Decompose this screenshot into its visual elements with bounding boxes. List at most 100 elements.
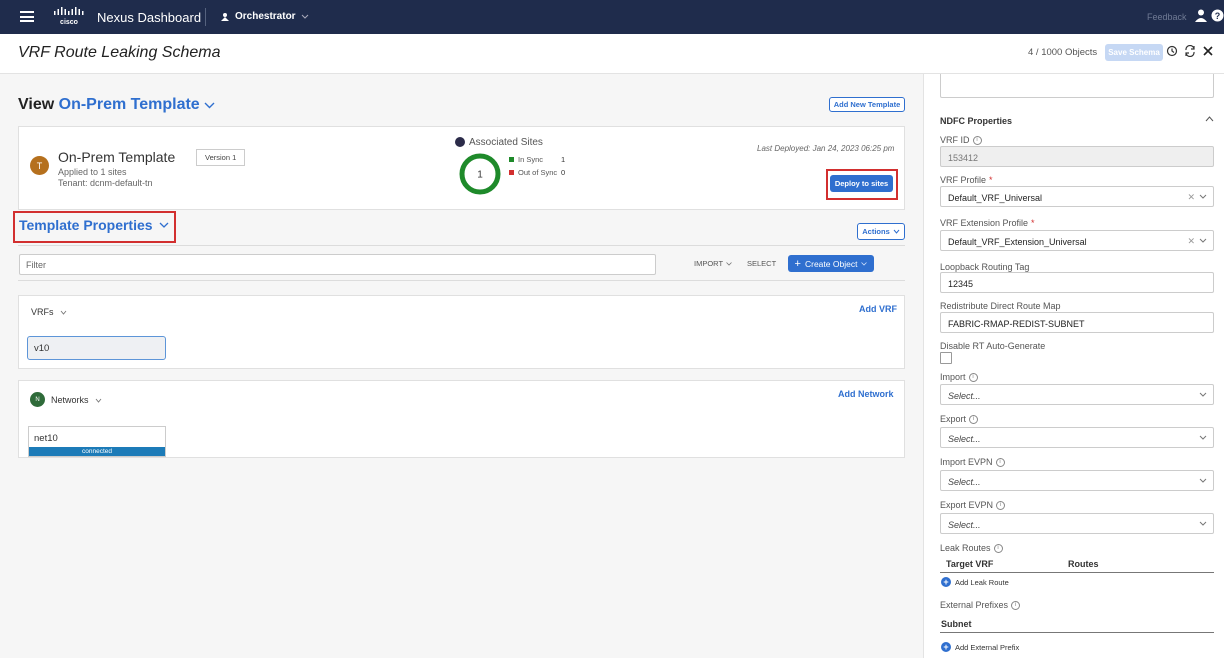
out-of-sync-count: 0 [561,168,566,177]
sites-donut-chart: 1 [459,153,501,195]
add-external-prefix-label: Add External Prefix [955,642,1020,652]
object-count: 4 / 1000 Objects [1028,47,1098,58]
vrf-ext-profile-label: VRF Extension Profile * [940,218,1035,228]
feedback-link[interactable]: Feedback [1147,12,1187,22]
target-vrf-header: Target VRF [946,559,994,569]
info-icon[interactable]: i [1011,600,1021,610]
svg-text:?: ? [1215,11,1221,21]
export-evpn-select[interactable]: Select... [940,513,1214,534]
create-object-button[interactable]: + Create Object [788,255,874,272]
info-icon[interactable]: i [972,135,982,145]
clear-icon[interactable]: ✕ [1187,192,1195,203]
app-title: Nexus Dashboard [97,10,202,25]
vrf-profile-label: VRF Profile * [940,175,993,185]
filter-input[interactable] [19,254,656,275]
disable-rt-checkbox[interactable] [940,352,952,364]
import-evpn-select[interactable]: Select... [940,470,1214,491]
refresh-icon[interactable] [1184,45,1196,57]
site-count: 1 [477,170,483,181]
vrf-profile-value: Default_VRF_Universal [948,193,1043,203]
page-title: VRF Route Leaking Schema [18,44,221,61]
table-divider [940,632,1214,633]
vrf-profile-select[interactable]: Default_VRF_Universal ✕ [940,186,1214,207]
import-evpn-label-text: Import EVPN [940,457,993,467]
chevron-down-icon [1199,521,1207,526]
required-marker: * [989,175,993,185]
applied-sites: Applied to 1 sites [58,167,127,177]
vrf-id-field: 153412 [940,146,1214,167]
add-new-template-button[interactable]: Add New Template [829,97,905,112]
last-deployed: Last Deployed: Jan 24, 2023 06:25 pm [757,144,895,153]
export-evpn-placeholder: Select... [948,520,981,530]
networks-title: Networks [51,395,89,405]
service-label: Orchestrator [235,11,296,22]
version-badge: Version 1 [196,149,246,166]
export-select[interactable]: Select... [940,427,1214,448]
chevron-down-icon [861,261,868,266]
vrf-id-label-text: VRF ID [940,135,970,145]
import-select[interactable]: Select... [940,384,1214,405]
export-label: Export i [940,414,979,424]
chevron-down-icon [1199,194,1207,199]
template-properties-title: Template Properties [19,217,153,233]
divider [18,280,905,281]
add-leak-route-button[interactable]: + Add Leak Route [941,577,1009,587]
menu-icon[interactable] [20,11,34,22]
info-icon[interactable]: i [968,372,978,382]
chevron-down-icon [1199,392,1207,397]
vrfs-toggle[interactable]: VRFs [31,307,67,317]
add-network-link[interactable]: Add Network [838,389,894,399]
template-properties-toggle[interactable]: Template Properties [19,217,169,233]
info-icon[interactable]: i [969,414,979,424]
actions-button[interactable]: Actions [857,223,905,240]
networks-toggle[interactable]: Networks [51,395,102,405]
select-toggle[interactable]: SELECT [747,259,776,268]
add-external-prefix-button[interactable]: + Add External Prefix [941,642,1019,652]
chevron-up-icon[interactable] [1205,116,1214,122]
service-switcher[interactable]: Orchestrator [220,11,309,22]
description-field[interactable] [940,74,1214,98]
table-divider [940,572,1214,573]
chevron-down-icon [60,310,66,315]
tenant-label: Tenant: dcnm-default-tn [58,178,153,188]
vrf-ext-profile-select[interactable]: Default_VRF_Extension_Universal ✕ [940,230,1214,251]
save-schema-button[interactable]: Save Schema [1105,44,1163,61]
add-icon: + [941,577,951,587]
chevron-down-icon [204,102,215,109]
add-vrf-link[interactable]: Add VRF [859,304,897,314]
network-name: net10 [34,433,58,444]
info-icon[interactable]: i [993,543,1003,553]
help-icon[interactable]: ? [1211,9,1224,22]
legend-in-sync: In Sync [509,155,543,164]
top-bar: cisco Nexus Dashboard Orchestrator Feedb… [0,0,1224,34]
close-icon[interactable] [1202,45,1214,57]
redistribute-input[interactable]: FABRIC-RMAP-REDIST-SUBNET [940,312,1214,333]
chevron-down-icon [726,261,732,266]
history-icon[interactable] [1166,45,1178,57]
divider [18,245,905,246]
import-label-text: Import [940,372,966,382]
info-icon[interactable]: i [995,457,1005,467]
info-icon[interactable]: i [996,500,1006,510]
view-title[interactable]: View On-Prem Template [18,96,215,114]
import-dropdown[interactable]: IMPORT [694,259,732,268]
required-marker: * [1031,218,1035,228]
import-label: IMPORT [694,259,724,268]
user-icon[interactable] [1195,9,1207,22]
chevron-down-icon [1199,238,1207,243]
network-item[interactable]: net10 connected [28,426,166,457]
add-leak-route-label: Add Leak Route [955,577,1009,587]
out-of-sync-label: Out of Sync [518,168,558,177]
export-evpn-label: Export EVPN i [940,500,1006,510]
export-label-text: Export [940,414,967,424]
vrf-item[interactable]: v10 [27,336,166,360]
redistribute-label: Redistribute Direct Route Map [940,301,1061,311]
chevron-down-icon [1199,478,1207,483]
leak-routes-label: Leak Routes i [940,543,1003,553]
chevron-down-icon [301,14,308,19]
deploy-to-sites-button[interactable]: Deploy to sites [830,175,893,192]
ndfc-properties-title: NDFC Properties [940,116,1013,126]
loopback-input[interactable]: 12345 [940,272,1214,293]
view-prefix: View [18,96,55,113]
clear-icon[interactable]: ✕ [1187,236,1195,247]
